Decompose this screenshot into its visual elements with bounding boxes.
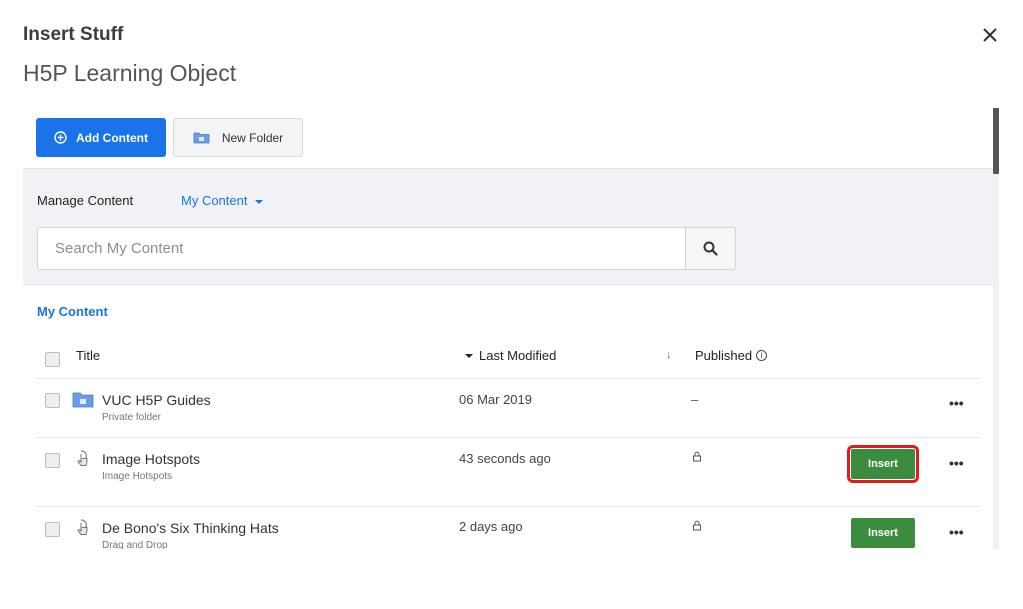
dialog-title: Insert Stuff <box>23 24 124 45</box>
more-options-button[interactable]: ••• <box>949 456 964 470</box>
sort-direction-icon[interactable]: ↓ <box>666 349 672 361</box>
info-icon[interactable]: i <box>756 350 768 361</box>
row-title[interactable]: VUC H5P Guides <box>102 392 211 408</box>
content-type-icon <box>77 450 88 466</box>
row-last-modified: 2 days ago <box>459 519 523 534</box>
row-title[interactable]: De Bono's Six Thinking Hats <box>102 520 279 536</box>
add-content-label: Add Content <box>76 130 148 145</box>
row-last-modified: 06 Mar 2019 <box>459 392 532 407</box>
row-title[interactable]: Image Hotspots <box>102 451 200 467</box>
insert-button[interactable]: Insert <box>847 445 919 483</box>
row-divider <box>37 437 979 438</box>
content-scope-value: My Content <box>181 193 248 208</box>
row-divider <box>37 506 979 507</box>
column-title-label: Title <box>76 348 101 363</box>
row-checkbox[interactable] <box>45 393 60 408</box>
content-frame: Add Content New Folder Manage Content My… <box>23 108 993 549</box>
content-type-icon <box>77 519 88 535</box>
row-divider <box>37 378 979 379</box>
section-title: My Content <box>37 304 108 319</box>
column-published-label: Published <box>695 348 753 363</box>
plus-circle-icon <box>54 131 67 144</box>
lock-icon <box>693 451 701 462</box>
sort-caret-icon <box>465 353 473 358</box>
select-all-checkbox[interactable] <box>45 352 60 367</box>
column-header-title[interactable]: Title <box>76 348 100 363</box>
scrollbar-thumb[interactable] <box>993 108 999 174</box>
chevron-down-icon <box>255 199 264 204</box>
row-last-modified: 43 seconds ago <box>459 451 551 466</box>
manage-content-label: Manage Content <box>37 193 134 208</box>
column-header-last-modified[interactable]: Last Modified <box>465 348 556 363</box>
content-scope-dropdown[interactable]: My Content <box>181 193 264 208</box>
folder-icon <box>193 132 210 144</box>
dialog-subtitle: H5P Learning Object <box>23 60 237 86</box>
manage-content-panel: Manage Content My Content <box>23 168 993 285</box>
more-options-button[interactable]: ••• <box>949 525 964 539</box>
row-published: – <box>691 392 699 407</box>
insert-button[interactable]: Insert <box>851 518 915 548</box>
new-folder-label: New Folder <box>221 130 284 145</box>
toolbar: Add Content New Folder <box>23 108 993 168</box>
new-folder-button[interactable]: New Folder <box>173 118 303 157</box>
lock-icon <box>693 520 701 531</box>
row-checkbox[interactable] <box>45 453 60 468</box>
scrollbar-track[interactable] <box>993 108 999 549</box>
row-subtitle: Drag and Drop <box>102 540 168 549</box>
search-icon <box>703 241 718 256</box>
folder-icon <box>72 392 94 408</box>
row-subtitle: Image Hotspots <box>102 471 173 482</box>
row-subtitle: Private folder <box>102 412 161 423</box>
close-icon[interactable] <box>979 24 1001 46</box>
column-modified-label: Last Modified <box>479 348 557 363</box>
search-button[interactable] <box>685 227 736 270</box>
search-input[interactable] <box>37 227 685 270</box>
more-options-button[interactable]: ••• <box>949 396 964 410</box>
column-header-published[interactable]: Published i <box>695 348 768 363</box>
add-content-button[interactable]: Add Content <box>36 118 166 157</box>
row-checkbox[interactable] <box>45 522 60 537</box>
